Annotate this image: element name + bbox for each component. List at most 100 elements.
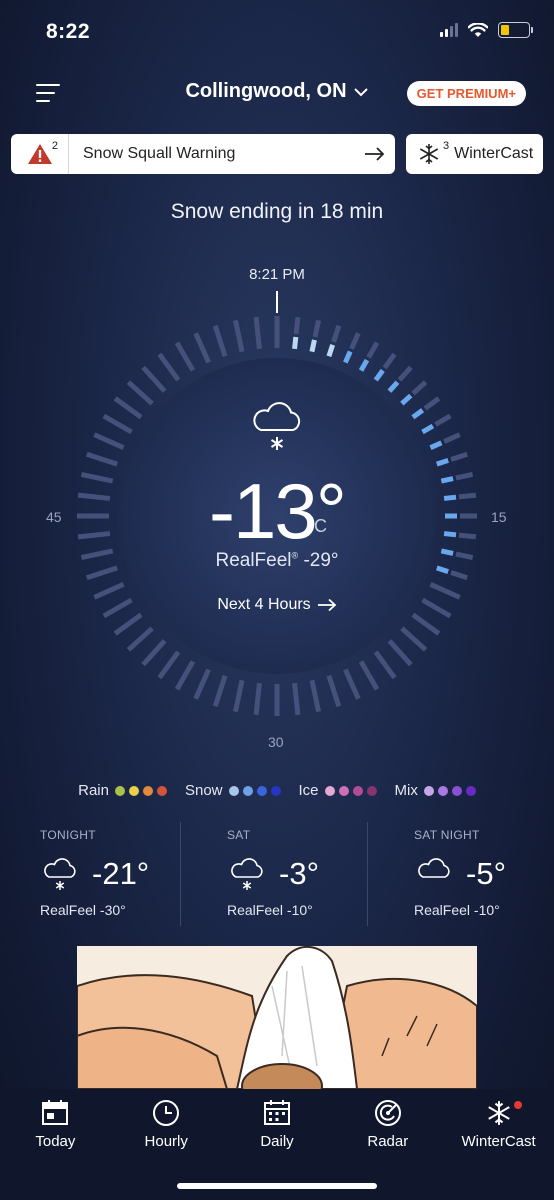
forecast-period-label: TONIGHT <box>40 828 96 842</box>
forecast-temperature: -5° <box>466 856 506 891</box>
legend-label: Mix <box>394 782 418 799</box>
location-selector[interactable]: Collingwood, ON <box>185 80 368 103</box>
clock-icon <box>152 1098 180 1128</box>
snow-squall-alert-card[interactable]: 2 Snow Squall Warning <box>11 134 395 174</box>
dial-tick <box>193 668 211 700</box>
radar-icon <box>374 1098 402 1128</box>
legend-swatches <box>228 785 281 796</box>
next-4-hours-link[interactable]: Next 4 Hours <box>217 596 337 614</box>
dial-tick-precip <box>292 336 299 350</box>
ad-illustration <box>77 946 477 1089</box>
alert-text: Snow Squall Warning <box>83 145 236 162</box>
legend-swatches <box>324 785 377 796</box>
dial-tick <box>411 612 441 636</box>
tab-wintercast[interactable]: WinterCast <box>443 1089 554 1200</box>
dial-tick-precip <box>343 350 353 364</box>
dial-tick <box>331 325 342 343</box>
dial-tick-precip <box>358 358 370 372</box>
wintercast-count: 3 <box>443 140 450 152</box>
dial-tick <box>292 682 301 716</box>
dial-tick <box>157 352 181 382</box>
dial-tick-precip <box>400 393 413 406</box>
dial-label-bottom: 30 <box>268 734 284 750</box>
forecast-period[interactable]: SAT -3° RealFeel -10° <box>180 822 367 926</box>
current-realfeel: RealFeel® -29° <box>0 550 554 572</box>
dial-tick-precip <box>387 380 400 393</box>
legend-swatch <box>256 785 267 796</box>
realfeel-trademark: ® <box>291 550 299 561</box>
calendar-day-icon <box>41 1098 69 1128</box>
forecast-period[interactable]: SAT NIGHT -5° RealFeel -10° <box>367 822 554 926</box>
home-indicator <box>177 1183 377 1189</box>
legend-swatch <box>324 785 335 796</box>
dial-tick <box>93 582 125 600</box>
next-hours-label: Next 4 Hours <box>217 596 311 613</box>
dial-tick <box>141 639 167 667</box>
legend-swatch <box>242 785 253 796</box>
legend-swatch <box>465 785 476 796</box>
forecast-temp-row: -5° <box>414 856 554 892</box>
snow-cloud-icon <box>44 858 76 890</box>
dial-tick <box>212 675 228 707</box>
dial-tick <box>373 650 397 680</box>
dial-tick <box>400 626 428 652</box>
forecast-temp-row: -21° <box>40 856 180 892</box>
dial-tick <box>126 380 154 406</box>
dial-tick <box>450 570 468 581</box>
forecast-summary: TONIGHT -21° RealFeel -30° SAT -3° RealFeel -… <box>0 822 554 926</box>
legend-group: Snow <box>185 782 281 799</box>
dial-tick-precip <box>436 457 449 467</box>
precip-legend: Rain Snow Ice Mix <box>0 782 554 799</box>
status-time: 8:22 <box>46 20 91 43</box>
forecast-realfeel: RealFeel -10° <box>227 902 313 918</box>
dial-tick <box>411 380 428 396</box>
dial-tick <box>93 432 125 450</box>
dial-tick <box>423 396 441 411</box>
tab-label: Daily <box>260 1133 294 1150</box>
dial-tick <box>312 319 322 338</box>
dial-tick <box>113 612 143 636</box>
forecast-realfeel: RealFeel -10° <box>414 902 500 918</box>
legend-group: Mix <box>395 782 476 799</box>
status-icons <box>440 22 533 38</box>
legend-swatch <box>437 785 448 796</box>
dial-tick-precip <box>326 344 336 357</box>
forecast-realfeel: RealFeel -30° <box>40 902 126 918</box>
menu-button[interactable] <box>36 84 60 102</box>
legend-swatch <box>228 785 239 796</box>
dial-tick <box>450 451 468 462</box>
dial-tick <box>349 332 361 350</box>
arrow-right-icon <box>317 598 337 612</box>
dial-tick <box>126 626 154 652</box>
dial-tick <box>382 352 397 370</box>
dial-tick <box>212 325 228 357</box>
dial-tick <box>113 396 143 420</box>
realfeel-value: -29° <box>303 550 339 571</box>
dial-tick <box>86 451 118 467</box>
legend-swatches <box>114 785 167 796</box>
alert-icon-container: 2 <box>11 134 69 174</box>
dial-tick-precip <box>309 339 317 353</box>
tab-label: Hourly <box>144 1133 188 1150</box>
wintercast-card[interactable]: 3 WinterCast <box>406 134 543 174</box>
legend-group: Rain <box>78 782 167 799</box>
wifi-icon <box>468 22 488 37</box>
dial-tick <box>366 341 380 359</box>
get-premium-button[interactable]: GET PREMIUM+ <box>406 81 526 106</box>
dial-tick <box>253 316 262 350</box>
snow-cloud-icon <box>253 402 301 450</box>
forecast-period[interactable]: TONIGHT -21° RealFeel -30° <box>0 822 180 926</box>
precip-headline: Snow ending in 18 min <box>170 200 384 223</box>
tab-today[interactable]: Today <box>0 1089 111 1200</box>
legend-swatch <box>114 785 125 796</box>
dial-tick <box>443 432 461 444</box>
advertisement-banner[interactable] <box>77 946 477 1089</box>
legend-swatch <box>366 785 377 796</box>
dial-tick <box>174 660 196 691</box>
warning-triangle-icon <box>27 144 52 164</box>
legend-swatch <box>270 785 281 796</box>
legend-label: Rain <box>78 782 109 799</box>
forecast-period-label: SAT <box>227 828 251 842</box>
dial-tick <box>141 365 167 393</box>
dial-tick <box>434 413 452 427</box>
